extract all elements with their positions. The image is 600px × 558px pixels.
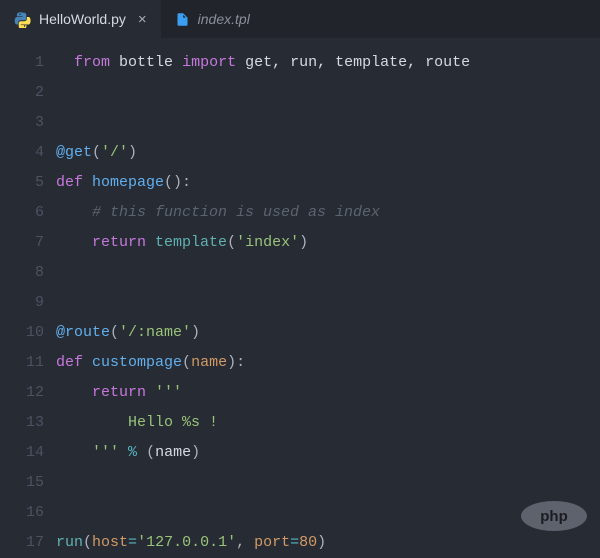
line-number: 6 [0,198,44,228]
code-line[interactable]: def custompage(name): [56,348,600,378]
line-number: 11 [0,348,44,378]
line-number: 7 [0,228,44,258]
line-number: 16 [0,498,44,528]
code-line[interactable] [56,468,600,498]
code-line[interactable] [56,288,600,318]
code-line[interactable]: return template('index') [56,228,600,258]
code-line[interactable] [56,108,600,138]
line-number: 8 [0,258,44,288]
line-number: 5 [0,168,44,198]
line-number: 13 [0,408,44,438]
code-line[interactable]: @route('/:name') [56,318,600,348]
line-number: 3 [0,108,44,138]
code-line[interactable]: def homepage(): [56,168,600,198]
code-line[interactable]: # this function is used as index [56,198,600,228]
line-number: 17 [0,528,44,558]
code-line[interactable]: @get('/') [56,138,600,168]
line-number: 12 [0,378,44,408]
line-number: 1 [0,48,44,78]
code-line[interactable]: ''' % (name) [56,438,600,468]
tab-helloworld[interactable]: HelloWorld.py × [0,0,161,38]
code-line[interactable]: return ''' [56,378,600,408]
svg-text:php: php [540,508,568,525]
tab-label: index.tpl [198,11,250,27]
line-number: 9 [0,288,44,318]
tab-bar: HelloWorld.py × index.tpl [0,0,600,38]
line-number: 2 [0,78,44,108]
file-icon [175,12,190,27]
code-editor[interactable]: 1234567891011121314151617 from bottle im… [0,38,600,550]
line-number: 15 [0,468,44,498]
line-number: 14 [0,438,44,468]
code-line[interactable] [56,258,600,288]
close-icon[interactable]: × [138,11,147,28]
code-area[interactable]: from bottle import get, run, template, r… [56,38,600,550]
watermark-logo: php [518,499,590,538]
code-line[interactable]: from bottle import get, run, template, r… [56,48,600,78]
line-number-gutter: 1234567891011121314151617 [0,38,56,550]
code-line[interactable]: Hello %s ! [56,408,600,438]
python-file-icon [14,11,31,28]
code-line[interactable] [56,78,600,108]
line-number: 4 [0,138,44,168]
tab-indextpl[interactable]: index.tpl [161,0,264,38]
line-number: 10 [0,318,44,348]
tab-label: HelloWorld.py [39,11,126,27]
